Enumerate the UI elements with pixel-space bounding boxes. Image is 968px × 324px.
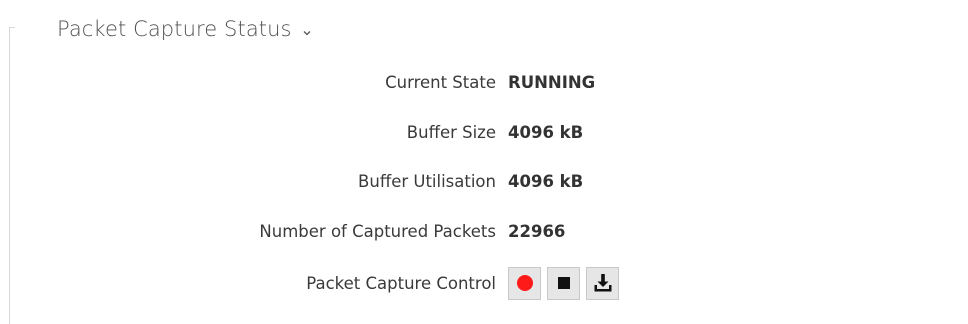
captured-packets-value: 22966 xyxy=(508,221,566,241)
captured-packets-label: Number of Captured Packets xyxy=(259,221,496,241)
current-state-value: RUNNING xyxy=(508,72,596,92)
packet-capture-control-buttons xyxy=(508,266,619,300)
field-row-buffer-size: Buffer Size 4096 kB xyxy=(0,115,968,149)
field-row-current-state: Current State RUNNING xyxy=(0,65,968,99)
section-header-packet-capture-status[interactable]: Packet Capture Status xyxy=(57,12,312,46)
record-icon xyxy=(516,274,534,292)
field-row-packet-capture-control: Packet Capture Control xyxy=(0,266,968,300)
field-row-buffer-utilisation: Buffer Utilisation 4096 kB xyxy=(0,164,968,198)
buffer-size-value: 4096 kB xyxy=(508,122,584,142)
stop-icon xyxy=(557,276,571,290)
download-capture-button[interactable] xyxy=(586,266,619,300)
section-title: Packet Capture Status xyxy=(57,17,292,41)
packet-capture-control-label: Packet Capture Control xyxy=(306,273,496,293)
field-row-captured-packets: Number of Captured Packets 22966 xyxy=(0,214,968,248)
chevron-down-icon xyxy=(302,23,312,36)
buffer-utilisation-label: Buffer Utilisation xyxy=(358,171,496,191)
download-icon xyxy=(593,273,613,293)
current-state-label: Current State xyxy=(385,72,496,92)
buffer-size-label: Buffer Size xyxy=(406,122,496,142)
start-capture-button[interactable] xyxy=(508,266,541,300)
stop-capture-button[interactable] xyxy=(547,266,580,300)
buffer-utilisation-value: 4096 kB xyxy=(508,171,584,191)
